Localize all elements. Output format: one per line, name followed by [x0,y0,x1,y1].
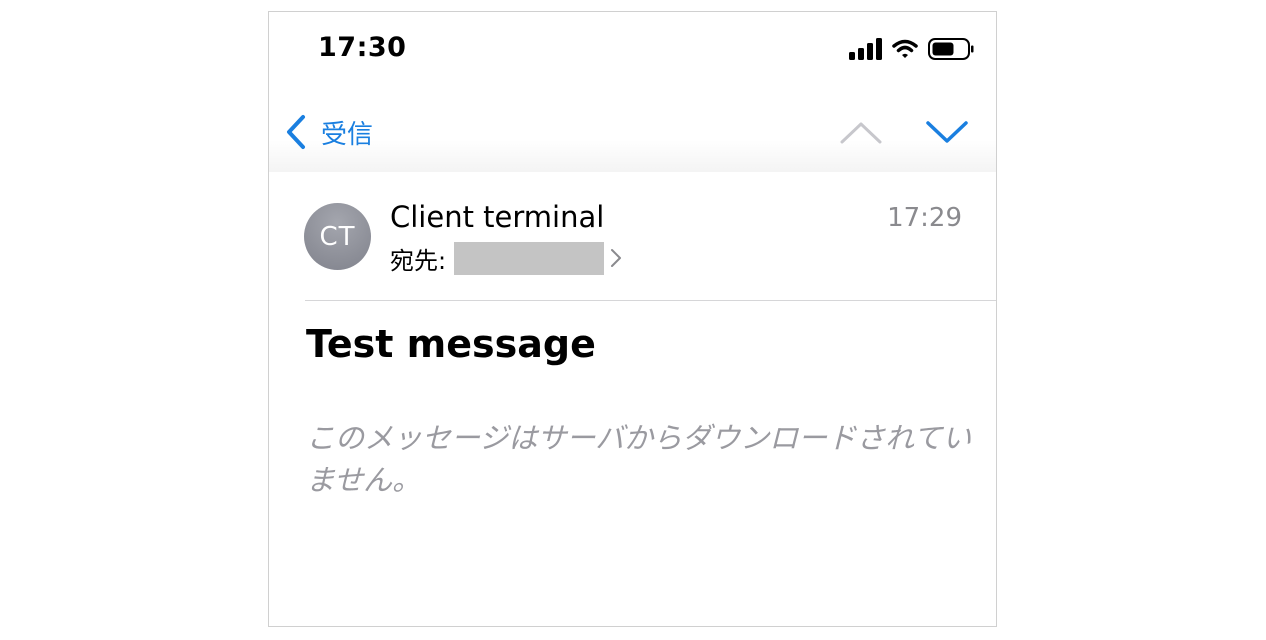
cellular-signal-icon [849,38,882,60]
sender-name[interactable]: Client terminal [390,200,604,234]
avatar-initials: CT [319,221,356,252]
status-icons [848,38,974,60]
wifi-icon [892,39,918,58]
recipient-row[interactable]: 宛先: [390,241,622,275]
back-button[interactable]: 受信 [285,112,373,152]
next-message-button[interactable] [925,117,969,147]
message-body: このメッセージはサーバからダウンロードされていません。 [306,421,972,497]
status-time: 17:30 [318,32,407,63]
message-subject: Test message [306,322,596,366]
avatar: CT [304,203,371,270]
previous-message-button[interactable] [839,117,883,147]
chevron-right-icon [611,249,622,267]
mail-screen: 17:30 受信 CT Client terminal 17:29 宛先: Te… [268,11,997,627]
chevron-left-icon [287,115,305,149]
back-label: 受信 [321,119,374,150]
recipient-label: 宛先: [390,246,447,275]
mail-time: 17:29 [887,203,962,233]
battery-icon [928,38,974,60]
divider [305,300,996,301]
top-bar: 17:30 受信 [269,12,996,172]
recipient-redacted-block [454,241,605,275]
